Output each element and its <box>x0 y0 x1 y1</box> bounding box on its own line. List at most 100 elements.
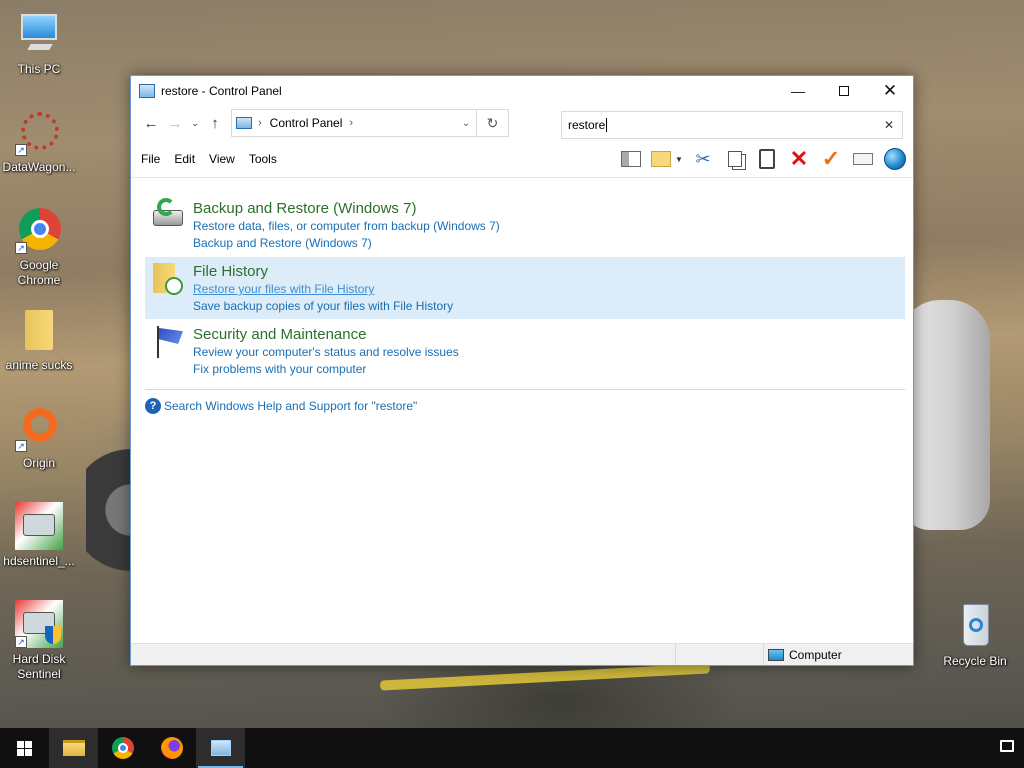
chrome-icon <box>111 737 134 759</box>
maximize-icon <box>839 85 849 96</box>
desktop-icon-hard-disk-sentinel[interactable]: ↗ Hard Disk Sentinel <box>0 600 78 682</box>
up-button[interactable]: ↑ <box>203 111 227 135</box>
views-button[interactable]: ▼ <box>647 146 687 172</box>
window-title: restore - Control Panel <box>161 84 282 98</box>
hard-disk-icon <box>15 502 63 550</box>
breadcrumb-control-panel[interactable]: Control Panel <box>270 116 343 130</box>
recycle-bin-icon <box>951 602 999 650</box>
control-panel-icon <box>139 84 155 98</box>
result-link[interactable]: Backup and Restore (Windows 7) <box>193 235 905 252</box>
result-title[interactable]: Backup and Restore (Windows 7) <box>193 194 905 218</box>
copy-icon <box>728 151 742 167</box>
desktop-icon-label: Recycle Bin <box>943 654 1007 668</box>
cut-button[interactable]: ✂ <box>687 146 719 172</box>
checkmark-icon: ✓ <box>821 146 841 171</box>
scissors-icon: ✂ <box>695 148 711 169</box>
close-button[interactable]: ✕ <box>867 76 913 105</box>
title-bar[interactable]: restore - Control Panel — ✕ <box>131 76 913 106</box>
arrow-left-icon: ← <box>143 114 159 132</box>
shortcut-arrow-icon: ↗ <box>15 636 27 648</box>
recent-locations-button[interactable]: ⌄ <box>187 111 203 135</box>
result-link[interactable]: Review your computer's status and resolv… <box>193 344 905 361</box>
menu-bar: File Edit View Tools ▼ ✂ ✕ ✓ <box>131 140 913 178</box>
result-link[interactable]: Fix problems with your computer <box>193 361 905 378</box>
search-box[interactable]: restore ✕ <box>561 111 903 139</box>
chevron-down-icon: ▼ <box>675 154 683 164</box>
help-search-text[interactable]: Search Windows Help and Support for "res… <box>164 399 417 413</box>
rename-icon <box>853 153 873 165</box>
desktop-icon-label: This PC <box>17 62 61 76</box>
rename-button[interactable] <box>847 146 879 172</box>
menu-file[interactable]: File <box>141 152 160 166</box>
result-file-history[interactable]: File History Restore your files with Fil… <box>145 257 905 319</box>
minimize-icon: — <box>791 82 805 99</box>
result-security-and-maintenance[interactable]: Security and Maintenance Review your com… <box>145 320 905 382</box>
address-dropdown-icon[interactable]: ⌄ <box>456 118 476 129</box>
desktop-icon-label: Google Chrome <box>17 258 61 287</box>
properties-button[interactable]: ✓ <box>815 146 847 172</box>
taskbar-file-explorer[interactable] <box>49 728 98 768</box>
desktop-icon-hdsentinel-setup[interactable]: hdsentinel_... <box>0 502 78 569</box>
folder-icon <box>15 306 63 354</box>
taskbar-chrome[interactable] <box>98 728 147 768</box>
desktop-icon-recycle-bin[interactable]: Recycle Bin <box>936 602 1014 669</box>
address-bar[interactable]: › Control Panel › ⌄ ↻ <box>231 109 509 137</box>
close-icon: ✕ <box>882 80 898 100</box>
result-backup-and-restore[interactable]: Backup and Restore (Windows 7) Restore d… <box>145 194 905 256</box>
menu-tools[interactable]: Tools <box>249 152 277 166</box>
refresh-icon: ↻ <box>486 114 499 131</box>
status-location: Computer <box>764 648 842 662</box>
desktop-icon-label: hdsentinel_... <box>3 554 75 568</box>
status-cell <box>131 644 676 665</box>
search-input[interactable]: restore <box>568 118 605 132</box>
breadcrumb-separator-icon[interactable]: › <box>349 117 353 129</box>
taskbar-control-panel[interactable] <box>196 728 245 768</box>
desktop-icon-datawagon[interactable]: ↗ DataWagon... <box>0 108 78 175</box>
help-search-link[interactable]: ? Search Windows Help and Support for "r… <box>145 398 417 414</box>
computer-icon <box>768 648 784 661</box>
delete-button[interactable]: ✕ <box>783 146 815 172</box>
status-location-label: Computer <box>789 647 842 662</box>
result-link[interactable]: Restore your files with File History <box>193 281 905 298</box>
result-link[interactable]: Restore data, files, or computer from ba… <box>193 218 905 235</box>
arrow-up-icon: ↑ <box>211 114 219 132</box>
back-button[interactable]: ← <box>139 111 163 135</box>
desktop-icon-origin[interactable]: ↗ Origin <box>0 404 78 471</box>
desktop-icon-chrome[interactable]: ↗ Google Chrome <box>0 206 78 288</box>
desktop-icon-this-pc[interactable]: This PC <box>0 10 78 77</box>
breadcrumb-separator-icon[interactable]: › <box>258 117 262 129</box>
clear-search-icon[interactable]: ✕ <box>884 118 894 132</box>
menu-view[interactable]: View <box>209 152 235 166</box>
desktop-icon-label: Hard Disk Sentinel <box>12 652 66 681</box>
internet-button[interactable] <box>879 146 911 172</box>
minimize-button[interactable]: — <box>775 76 821 105</box>
menu-edit[interactable]: Edit <box>174 152 195 166</box>
flag-icon <box>151 324 185 358</box>
paste-button[interactable] <box>751 146 783 172</box>
wallpaper-road-line <box>379 663 711 691</box>
views-icon <box>651 151 672 167</box>
desktop-icon-anime-sucks[interactable]: anime sucks <box>0 306 78 373</box>
result-title[interactable]: Security and Maintenance <box>193 320 905 344</box>
copy-button[interactable] <box>719 146 751 172</box>
refresh-button[interactable]: ↻ <box>476 110 508 136</box>
shortcut-arrow-icon: ↗ <box>15 242 27 254</box>
result-link[interactable]: Save backup copies of your files with Fi… <box>193 298 905 315</box>
control-panel-icon <box>210 740 231 756</box>
result-title[interactable]: File History <box>193 257 905 281</box>
clipboard-icon <box>759 149 775 169</box>
origin-icon: ↗ <box>15 404 63 452</box>
search-results: Backup and Restore (Windows 7) Restore d… <box>145 190 905 520</box>
forward-button[interactable]: → <box>163 111 187 135</box>
maximize-button[interactable] <box>821 76 867 105</box>
help-question-icon: ? <box>145 398 161 414</box>
desktop-icon-label: anime sucks <box>5 358 73 372</box>
action-center-icon[interactable] <box>1000 740 1016 756</box>
layout-pane-button[interactable] <box>615 146 647 172</box>
datawagon-icon: ↗ <box>15 108 63 156</box>
taskbar-firefox[interactable] <box>147 728 196 768</box>
hard-disk-sentinel-icon: ↗ <box>15 600 63 648</box>
shortcut-arrow-icon: ↗ <box>15 144 27 156</box>
file-history-icon <box>151 261 185 295</box>
start-button[interactable] <box>0 728 49 768</box>
